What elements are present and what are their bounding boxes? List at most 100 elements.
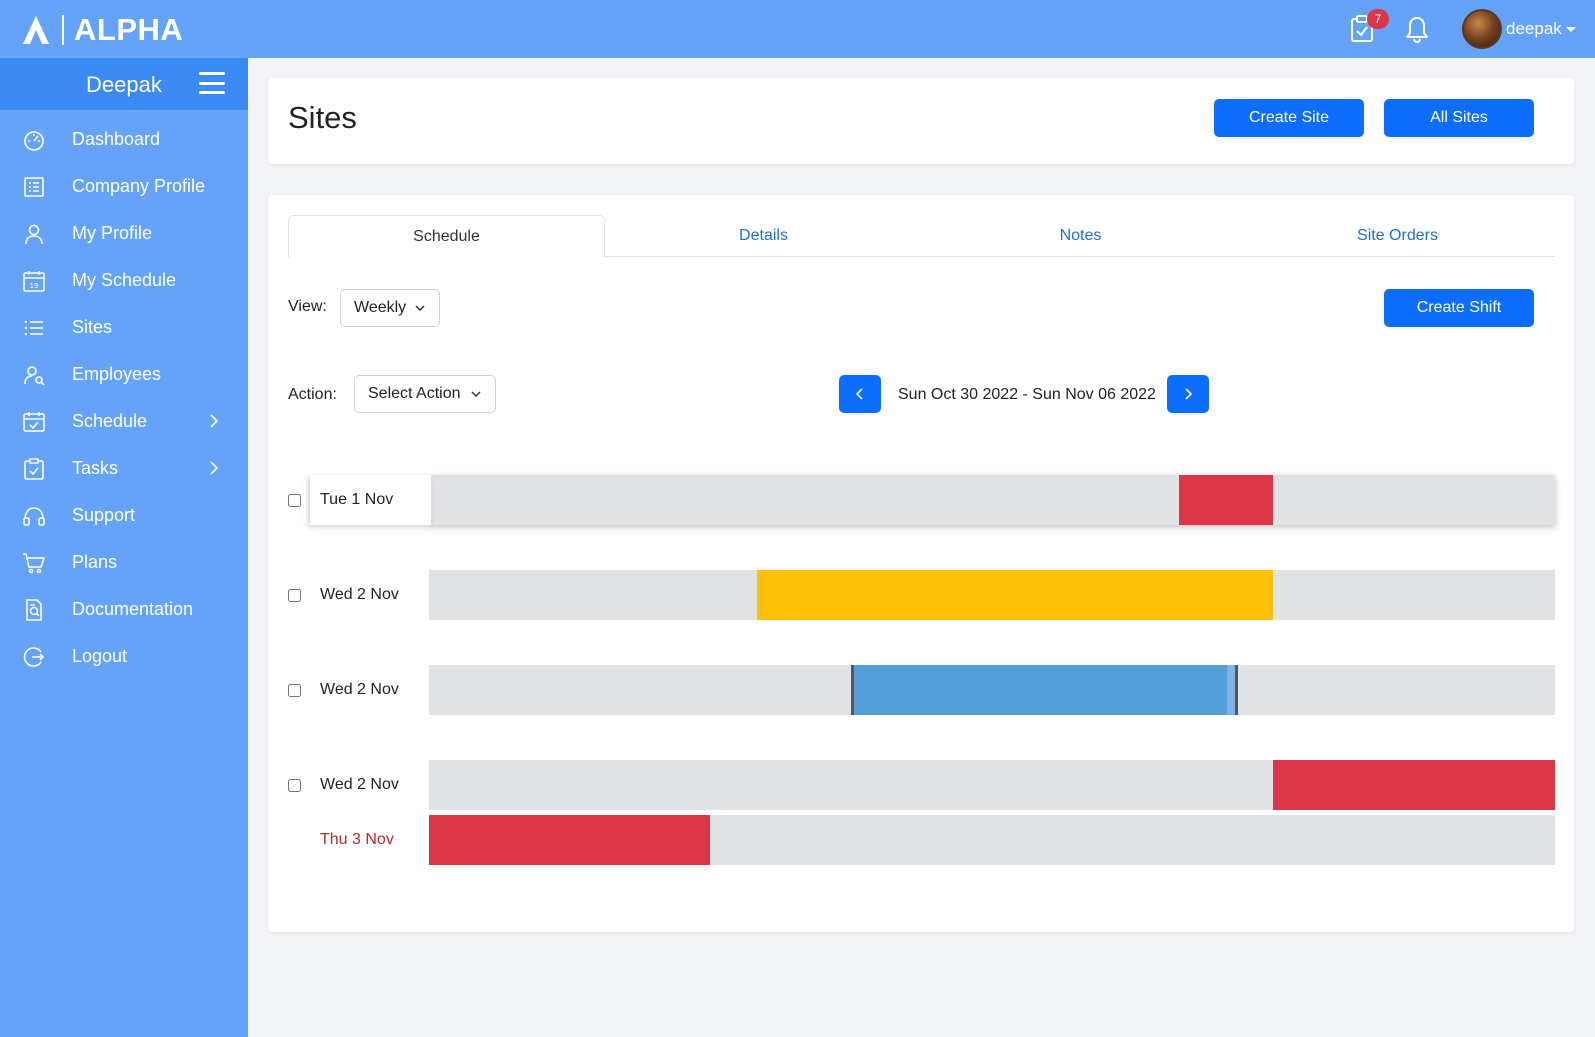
tab-schedule[interactable]: Schedule xyxy=(288,215,605,258)
row-date-label: Tue 1 Nov xyxy=(320,491,394,508)
row-date-label-next-day: Thu 3 Nov xyxy=(320,831,394,848)
sidebar-item-label: Logout xyxy=(72,646,128,666)
chevron-down-icon xyxy=(415,305,425,312)
company-profile-icon xyxy=(24,177,44,197)
shift-block[interactable] xyxy=(757,570,1273,620)
sidebar-item-employees[interactable]: Employees xyxy=(0,351,248,398)
row-checkbox[interactable] xyxy=(288,589,301,602)
date-range-label: Sun Oct 30 2022 - Sun Nov 06 2022 xyxy=(898,386,1156,403)
user-name: deepak xyxy=(1506,19,1562,38)
dashboard-icon xyxy=(24,131,44,151)
page-title: Sites xyxy=(288,100,357,135)
sidebar-item-documentation[interactable]: Documentation xyxy=(0,586,248,633)
chevron-right-icon xyxy=(210,414,219,428)
row-date-label: Wed 2 Nov xyxy=(320,776,399,793)
tasks-icon xyxy=(24,458,44,480)
sidebar-item-label: Plans xyxy=(72,552,118,572)
sidebar-item-label: My Profile xyxy=(72,223,153,243)
shift-timeline-track[interactable] xyxy=(429,815,1555,865)
caret-down-icon xyxy=(1565,26,1576,32)
sidebar: Deepak Dashboard Company Profile My Prof… xyxy=(0,58,248,1037)
action-select[interactable]: Select Action xyxy=(354,375,496,413)
brand-separator xyxy=(62,15,64,45)
chevron-right-icon xyxy=(1185,388,1193,400)
sidebar-menu: Dashboard Company Profile My Profile 19 … xyxy=(0,116,248,680)
previous-week-button[interactable] xyxy=(839,375,881,413)
user-icon xyxy=(25,224,43,245)
shift-timeline-track[interactable] xyxy=(429,760,1555,810)
list-icon xyxy=(24,320,43,336)
avatar[interactable] xyxy=(1462,9,1502,49)
shift-block[interactable] xyxy=(1273,760,1555,810)
chevron-left-icon xyxy=(855,388,863,400)
tab-bar: Schedule Details Notes Site Orders xyxy=(288,215,1556,258)
shift-block[interactable] xyxy=(851,665,1237,715)
shift-start-handle[interactable] xyxy=(851,665,854,715)
cart-icon xyxy=(23,553,45,574)
tasks-badge: 7 xyxy=(1367,9,1389,29)
brand-logo[interactable]: ALPHA xyxy=(22,12,183,48)
logout-icon xyxy=(23,647,45,667)
tab-site-orders[interactable]: Site Orders xyxy=(1239,215,1556,257)
shift-timeline-track[interactable] xyxy=(429,475,1555,525)
sidebar-item-label: Tasks xyxy=(72,458,119,478)
tab-details[interactable]: Details xyxy=(605,215,922,257)
sidebar-item-sites[interactable]: Sites xyxy=(0,304,248,351)
create-shift-button[interactable]: Create Shift xyxy=(1384,289,1534,327)
sidebar-item-company-profile[interactable]: Company Profile xyxy=(0,163,248,210)
shift-block[interactable] xyxy=(429,815,710,865)
hamburger-menu-icon[interactable] xyxy=(199,70,225,96)
next-week-button[interactable] xyxy=(1167,375,1209,413)
row-checkbox[interactable] xyxy=(288,684,301,697)
schedule-card: Schedule Details Notes Site Orders View:… xyxy=(268,195,1574,932)
tasks-notification-button[interactable]: 7 xyxy=(1347,9,1389,45)
sidebar-item-label: Employees xyxy=(72,364,162,384)
brand-name: ALPHA xyxy=(74,12,184,47)
sidebar-item-label: Support xyxy=(72,505,136,525)
chevron-right-icon xyxy=(210,461,219,475)
bell-icon xyxy=(1406,17,1428,43)
sidebar-item-logout[interactable]: Logout xyxy=(0,633,248,680)
shift-timeline-track[interactable] xyxy=(429,665,1555,715)
sidebar-header: Deepak xyxy=(0,58,248,110)
sidebar-user-name: Deepak xyxy=(86,72,162,97)
employees-icon xyxy=(24,366,45,386)
view-select[interactable]: Weekly xyxy=(340,289,440,327)
tab-notes[interactable]: Notes xyxy=(922,215,1239,257)
sidebar-item-schedule[interactable]: Schedule xyxy=(0,398,248,445)
row-checkbox[interactable] xyxy=(288,494,301,507)
sidebar-item-dashboard[interactable]: Dashboard xyxy=(0,116,248,163)
view-label: View: xyxy=(288,298,327,315)
top-navbar: ALPHA 7 deepak xyxy=(0,0,1595,58)
sidebar-item-label: Documentation xyxy=(72,599,194,619)
sidebar-item-my-schedule[interactable]: 19 My Schedule xyxy=(0,257,248,304)
notifications-button[interactable] xyxy=(1402,13,1432,45)
row-date-label: Wed 2 Nov xyxy=(320,586,399,603)
sidebar-item-label: My Schedule xyxy=(72,270,177,290)
sidebar-item-plans[interactable]: Plans xyxy=(0,539,248,586)
user-menu-toggle[interactable]: deepak xyxy=(1506,19,1576,39)
shift-block[interactable] xyxy=(1179,475,1273,525)
alpha-logo-icon xyxy=(23,16,49,44)
all-sites-button[interactable]: All Sites xyxy=(1384,99,1534,137)
sidebar-item-my-profile[interactable]: My Profile xyxy=(0,210,248,257)
row-checkbox[interactable] xyxy=(288,779,301,792)
sidebar-item-label: Sites xyxy=(72,317,113,337)
sidebar-item-label: Schedule xyxy=(72,411,148,431)
sidebar-item-label: Dashboard xyxy=(72,129,161,149)
shift-end-handle[interactable] xyxy=(1235,665,1238,715)
chevron-down-icon xyxy=(471,391,481,398)
shift-overlap-marker xyxy=(1227,665,1235,715)
shift-timeline-track[interactable] xyxy=(429,570,1555,620)
sidebar-item-label: Company Profile xyxy=(72,176,206,196)
create-site-button[interactable]: Create Site xyxy=(1214,99,1364,137)
row-date-label: Wed 2 Nov xyxy=(320,681,399,698)
sidebar-item-support[interactable]: Support xyxy=(0,492,248,539)
page-header-card: Sites Create Site All Sites xyxy=(268,78,1574,164)
calendar-icon: 19 xyxy=(23,271,45,292)
action-select-value: Select Action xyxy=(368,385,461,402)
sidebar-item-tasks[interactable]: Tasks xyxy=(0,445,248,492)
svg-text:19: 19 xyxy=(30,282,39,290)
view-select-value: Weekly xyxy=(354,299,407,316)
schedule-icon xyxy=(23,412,45,432)
